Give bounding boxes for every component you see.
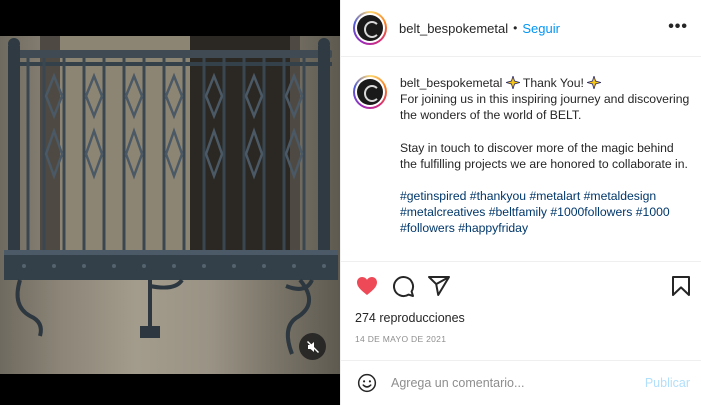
more-options-icon[interactable]: ••• — [668, 19, 688, 35]
hashtag-link[interactable]: #metalcreatives — [400, 205, 485, 219]
hashtag-link[interactable]: #thankyou — [470, 189, 526, 203]
header-username[interactable]: belt_bespokemetal — [399, 21, 508, 36]
hashtag-list: #getinspired #thankyou #metalart #metald… — [400, 188, 690, 237]
comment-input[interactable] — [391, 374, 611, 392]
sparkle-icon — [505, 76, 520, 89]
hashtag-link[interactable]: #metaldesign — [584, 189, 657, 203]
comment-bar: Publicar — [341, 360, 701, 405]
separator-dot: • — [513, 21, 518, 35]
share-icon[interactable] — [427, 274, 451, 298]
caption: belt_bespokemetal Thank You! For joining… — [353, 75, 690, 237]
caption-area: belt_bespokemetal Thank You! For joining… — [341, 57, 701, 261]
hashtag-link[interactable]: #happyfriday — [458, 221, 528, 235]
post-comment-button[interactable]: Publicar — [645, 376, 690, 390]
post-media[interactable] — [0, 0, 340, 405]
hashtag-link[interactable]: #getinspired — [400, 189, 466, 203]
caption-text: belt_bespokemetal Thank You! For joining… — [400, 75, 690, 237]
post-header: belt_bespokemetal • Seguir ••• — [341, 0, 701, 57]
follow-button[interactable]: Seguir — [522, 21, 560, 36]
comment-icon[interactable] — [391, 274, 415, 298]
balcony-illustration — [4, 36, 338, 355]
caption-avatar[interactable] — [353, 75, 387, 109]
hashtag-link[interactable]: #1000 — [636, 205, 670, 219]
balcony-photo[interactable] — [0, 36, 340, 374]
caption-title: Thank You! — [522, 76, 584, 90]
mute-button[interactable] — [299, 333, 326, 360]
heart-filled-icon[interactable] — [355, 274, 379, 298]
bookmark-icon[interactable] — [669, 274, 693, 298]
hashtag-link[interactable]: #1000followers — [550, 205, 632, 219]
hashtag-link[interactable]: #followers — [400, 221, 455, 235]
caption-line-2: Stay in touch to discover more of the ma… — [400, 140, 688, 171]
hashtag-link[interactable]: #beltfamily — [489, 205, 547, 219]
caption-line-1: For joining us in this inspiring journey… — [400, 92, 690, 123]
emoji-icon[interactable] — [357, 373, 377, 393]
caption-username[interactable]: belt_bespokemetal — [400, 76, 502, 90]
view-count[interactable]: 274 reproducciones — [355, 311, 465, 325]
action-bar — [341, 261, 701, 309]
post-date[interactable]: 14 DE MAYO DE 2021 — [355, 334, 446, 344]
speaker-muted-icon — [306, 340, 319, 353]
avatar[interactable] — [353, 11, 387, 45]
hashtag-link[interactable]: #metalart — [529, 189, 580, 203]
post-details-panel: belt_bespokemetal • Seguir ••• belt_besp… — [340, 0, 701, 405]
sparkle-icon — [587, 76, 602, 89]
post-container: belt_bespokemetal • Seguir ••• belt_besp… — [0, 0, 701, 405]
